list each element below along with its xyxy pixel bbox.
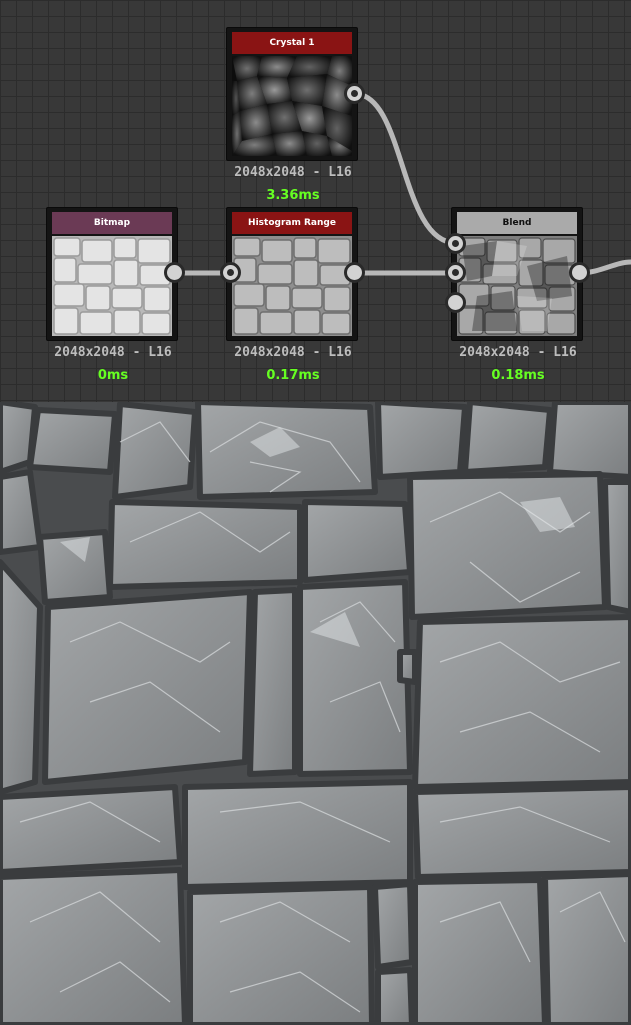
node-resolution-bitmap: 2048x2048 - L16 <box>54 345 172 360</box>
node-resolution-blend: 2048x2048 - L16 <box>459 345 577 360</box>
output-port-histogram-range[interactable] <box>344 262 365 283</box>
node-title-histogram-range: Histogram Range <box>232 212 352 234</box>
node-resolution-histogram-range: 2048x2048 - L16 <box>234 345 352 360</box>
node-graph-canvas[interactable]: Crystal 1 2048x2048 - L16 3.36ms Bitmap … <box>0 0 631 402</box>
node-time-blend: 0.18ms <box>491 368 545 383</box>
node-bitmap[interactable]: Bitmap <box>46 207 178 341</box>
thumbnail-histogram-range <box>232 236 352 336</box>
node-title-blend: Blend <box>457 212 577 234</box>
output-port-crystal-1[interactable] <box>344 83 365 104</box>
input-port-blend-mask[interactable] <box>445 292 466 313</box>
node-time-bitmap: 0ms <box>97 368 129 383</box>
node-time-histogram-range: 0.17ms <box>266 368 320 383</box>
thumbnail-blend <box>457 236 577 336</box>
output-port-bitmap[interactable] <box>164 262 185 283</box>
node-histogram-range[interactable]: Histogram Range <box>226 207 358 341</box>
node-resolution-crystal-1: 2048x2048 - L16 <box>234 165 352 180</box>
input-port-blend-foreground[interactable] <box>445 233 466 254</box>
node-crystal-1[interactable]: Crystal 1 <box>226 27 358 161</box>
node-blend[interactable]: Blend <box>451 207 583 341</box>
thumbnail-crystal-1 <box>232 56 352 156</box>
viewport-render[interactable] <box>0 402 631 1025</box>
input-port-histogram-range[interactable] <box>220 262 241 283</box>
node-title-bitmap: Bitmap <box>52 212 172 234</box>
thumbnail-bitmap <box>52 236 172 336</box>
input-port-blend-background[interactable] <box>445 262 466 283</box>
node-time-crystal-1: 3.36ms <box>266 188 320 203</box>
output-port-blend[interactable] <box>569 262 590 283</box>
node-title-crystal-1: Crystal 1 <box>232 32 352 54</box>
stone-wall-render-icon <box>0 402 631 1025</box>
